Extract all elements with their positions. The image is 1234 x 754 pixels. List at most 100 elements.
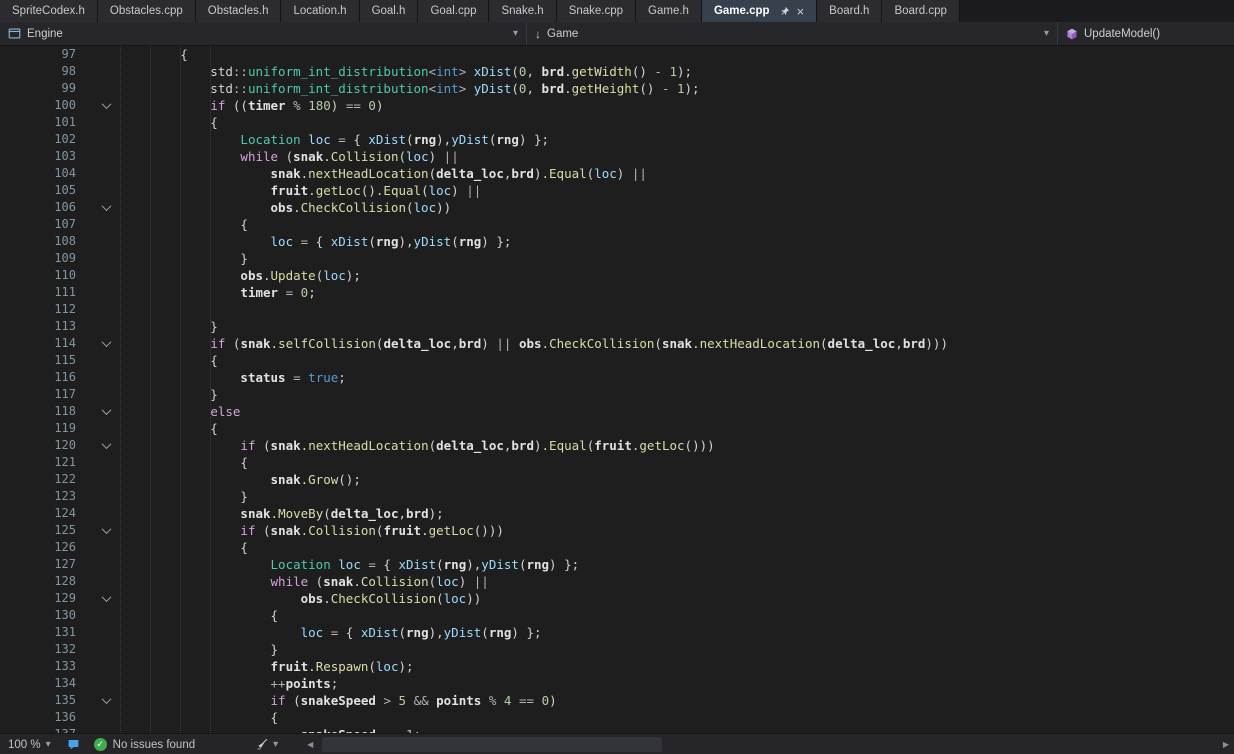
breakpoint-margin[interactable]: [76, 318, 92, 335]
tab-board-h[interactable]: Board.h: [817, 0, 883, 22]
code-line-120[interactable]: 120 if (snak.nextHeadLocation(delta_loc,…: [0, 437, 1234, 454]
breakpoint-margin[interactable]: [76, 726, 92, 733]
code-line-105[interactable]: 105 fruit.getLoc().Equal(loc) ||: [0, 182, 1234, 199]
breakpoint-margin[interactable]: [76, 556, 92, 573]
code-line-133[interactable]: 133 fruit.Respawn(loc);: [0, 658, 1234, 675]
breakpoint-margin[interactable]: [76, 522, 92, 539]
breakpoint-margin[interactable]: [76, 46, 92, 63]
fold-chevron-icon[interactable]: [92, 403, 120, 420]
fold-chevron-icon[interactable]: [92, 590, 120, 607]
tab-spritecodex-h[interactable]: SpriteCodex.h: [0, 0, 98, 22]
code-line-126[interactable]: 126 {: [0, 539, 1234, 556]
code-line-130[interactable]: 130 {: [0, 607, 1234, 624]
breakpoint-margin[interactable]: [76, 709, 92, 726]
project-dropdown[interactable]: Engine ▾: [0, 22, 527, 45]
code-line-129[interactable]: 129 obs.CheckCollision(loc)): [0, 590, 1234, 607]
breakpoint-margin[interactable]: [76, 488, 92, 505]
pin-icon[interactable]: [779, 6, 790, 17]
code-line-100[interactable]: 100 if ((timer % 180) == 0): [0, 97, 1234, 114]
breakpoint-margin[interactable]: [76, 539, 92, 556]
code-line-99[interactable]: 99 std::uniform_int_distribution<int> yD…: [0, 80, 1234, 97]
breakpoint-margin[interactable]: [76, 182, 92, 199]
code-line-106[interactable]: 106 obs.CheckCollision(loc)): [0, 199, 1234, 216]
fold-chevron-icon[interactable]: [92, 335, 120, 352]
code-line-111[interactable]: 111 timer = 0;: [0, 284, 1234, 301]
code-line-102[interactable]: 102 Location loc = { xDist(rng),yDist(rn…: [0, 131, 1234, 148]
code-line-103[interactable]: 103 while (snak.Collision(loc) ||: [0, 148, 1234, 165]
breakpoint-margin[interactable]: [76, 624, 92, 641]
code-line-121[interactable]: 121 {: [0, 454, 1234, 471]
code-line-117[interactable]: 117 }: [0, 386, 1234, 403]
code-line-116[interactable]: 116 status = true;: [0, 369, 1234, 386]
code-line-128[interactable]: 128 while (snak.Collision(loc) ||: [0, 573, 1234, 590]
fold-chevron-icon[interactable]: [92, 522, 120, 539]
code-line-122[interactable]: 122 snak.Grow();: [0, 471, 1234, 488]
breakpoint-margin[interactable]: [76, 454, 92, 471]
breakpoint-margin[interactable]: [76, 352, 92, 369]
breakpoint-margin[interactable]: [76, 590, 92, 607]
breakpoint-margin[interactable]: [76, 369, 92, 386]
tab-snake-h[interactable]: Snake.h: [489, 0, 557, 22]
code-line-119[interactable]: 119 {: [0, 420, 1234, 437]
code-line-127[interactable]: 127 Location loc = { xDist(rng),yDist(rn…: [0, 556, 1234, 573]
code-line-134[interactable]: 134 ++points;: [0, 675, 1234, 692]
breakpoint-margin[interactable]: [76, 80, 92, 97]
breakpoint-margin[interactable]: [76, 471, 92, 488]
tab-goal-cpp[interactable]: Goal.cpp: [418, 0, 490, 22]
zoom-dropdown[interactable]: 100 % ▾: [0, 739, 59, 751]
breakpoint-margin[interactable]: [76, 573, 92, 590]
breakpoint-margin[interactable]: [76, 386, 92, 403]
code-line-135[interactable]: 135 if (snakeSpeed > 5 && points % 4 == …: [0, 692, 1234, 709]
code-line-136[interactable]: 136 {: [0, 709, 1234, 726]
type-dropdown[interactable]: ↓ Game ▾: [527, 22, 1058, 45]
breakpoint-margin[interactable]: [76, 199, 92, 216]
breakpoint-margin[interactable]: [76, 97, 92, 114]
tab-obstacles-cpp[interactable]: Obstacles.cpp: [97, 0, 196, 22]
breakpoint-margin[interactable]: [76, 216, 92, 233]
breakpoint-margin[interactable]: [76, 437, 92, 454]
breakpoint-margin[interactable]: [76, 148, 92, 165]
code-cleanup-button[interactable]: ▾: [255, 738, 278, 751]
fold-chevron-icon[interactable]: [92, 437, 120, 454]
breakpoint-margin[interactable]: [76, 233, 92, 250]
breakpoint-margin[interactable]: [76, 114, 92, 131]
breakpoint-margin[interactable]: [76, 658, 92, 675]
code-line-97[interactable]: 97 {: [0, 46, 1234, 63]
code-line-131[interactable]: 131 loc = { xDist(rng),yDist(rng) };: [0, 624, 1234, 641]
code-line-109[interactable]: 109 }: [0, 250, 1234, 267]
breakpoint-margin[interactable]: [76, 267, 92, 284]
scroll-left-button[interactable]: ◀: [302, 740, 318, 749]
breakpoint-margin[interactable]: [76, 641, 92, 658]
tab-game-cpp[interactable]: Game.cpp ×: [701, 0, 818, 22]
code-line-115[interactable]: 115 {: [0, 352, 1234, 369]
fold-chevron-icon[interactable]: [92, 97, 120, 114]
tab-goal-h[interactable]: Goal.h: [359, 0, 419, 22]
code-line-113[interactable]: 113 }: [0, 318, 1234, 335]
breakpoint-margin[interactable]: [76, 420, 92, 437]
horizontal-scrollbar-thumb[interactable]: [322, 737, 663, 752]
breakpoint-margin[interactable]: [76, 675, 92, 692]
code-line-112[interactable]: 112: [0, 301, 1234, 318]
code-line-123[interactable]: 123 }: [0, 488, 1234, 505]
code-line-132[interactable]: 132 }: [0, 641, 1234, 658]
breakpoint-margin[interactable]: [76, 131, 92, 148]
code-line-104[interactable]: 104 snak.nextHeadLocation(delta_loc,brd)…: [0, 165, 1234, 182]
code-line-107[interactable]: 107 {: [0, 216, 1234, 233]
member-dropdown[interactable]: UpdateModel(): [1058, 22, 1234, 45]
feedback-icon[interactable]: [67, 738, 80, 751]
scroll-right-button[interactable]: ▶: [1218, 740, 1234, 749]
fold-chevron-icon[interactable]: [92, 692, 120, 709]
code-line-137[interactable]: 137 snakeSpeed -= 1;: [0, 726, 1234, 733]
tab-location-h[interactable]: Location.h: [281, 0, 360, 22]
code-line-125[interactable]: 125 if (snak.Collision(fruit.getLoc())): [0, 522, 1234, 539]
code-line-108[interactable]: 108 loc = { xDist(rng),yDist(rng) };: [0, 233, 1234, 250]
breakpoint-margin[interactable]: [76, 692, 92, 709]
tab-game-h[interactable]: Game.h: [636, 0, 702, 22]
breakpoint-margin[interactable]: [76, 335, 92, 352]
tab-board-cpp[interactable]: Board.cpp: [882, 0, 960, 22]
code-line-118[interactable]: 118 else: [0, 403, 1234, 420]
breakpoint-margin[interactable]: [76, 63, 92, 80]
code-line-114[interactable]: 114 if (snak.selfCollision(delta_loc,brd…: [0, 335, 1234, 352]
code-line-110[interactable]: 110 obs.Update(loc);: [0, 267, 1234, 284]
code-line-98[interactable]: 98 std::uniform_int_distribution<int> xD…: [0, 63, 1234, 80]
